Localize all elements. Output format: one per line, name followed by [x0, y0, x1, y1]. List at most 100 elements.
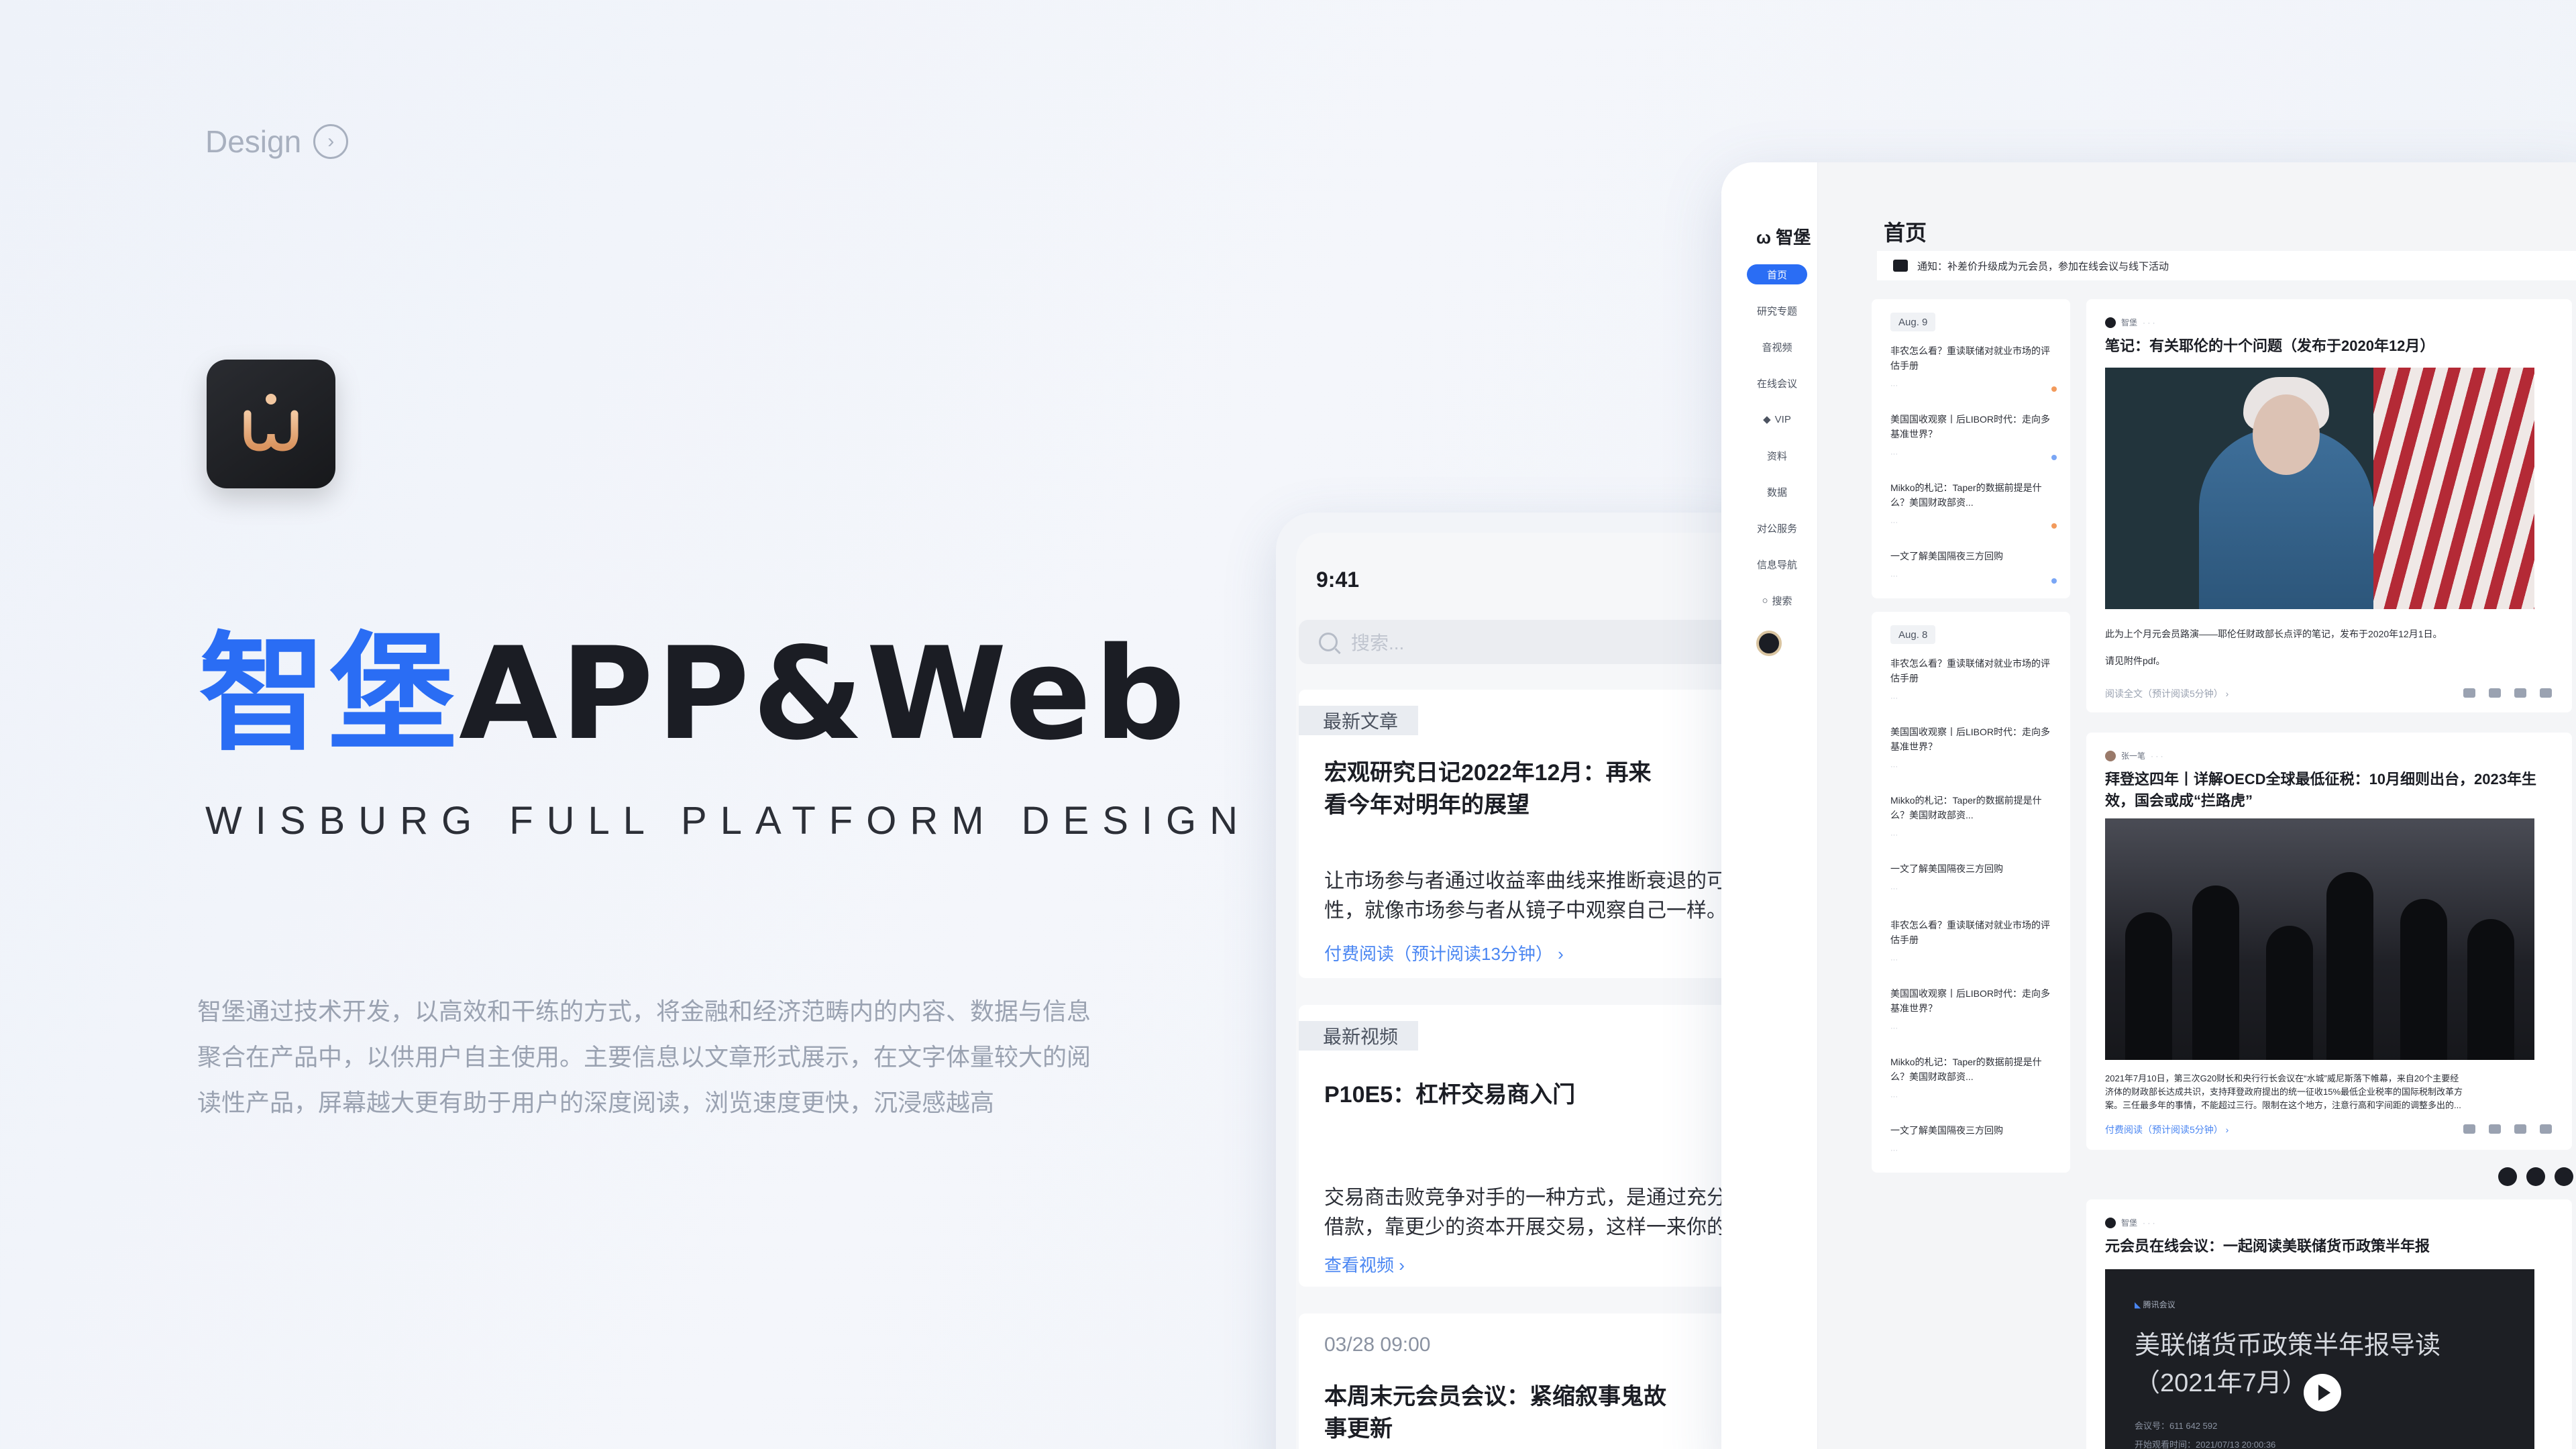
- list-item[interactable]: 非农怎么看？重读联储对就业市场的评估手册 ···: [1890, 343, 2058, 393]
- hero-title-en: APP&Web: [459, 620, 1188, 768]
- chevron-right-circle-icon: ›: [313, 124, 349, 159]
- wechat-icon[interactable]: [2463, 1124, 2475, 1134]
- article-card[interactable]: 最新文章 宏观研究日记2022年12月：再来看今年对明年的展望 让市场参与者通过…: [1299, 690, 1759, 978]
- page-title: 首页: [1884, 221, 1927, 245]
- article-title[interactable]: 笔记：有关耶伦的十个问题（发布于2020年12月）: [2105, 335, 2548, 357]
- notice-text: 通知：补差价升级成为元会员，参加在线会议与线下活动: [1917, 260, 2169, 272]
- web-mockup: ω 智堡 首页 研究专题 音视频 在线会议 ◆ VIP 资料 数据 对公服务 信息…: [1721, 162, 2576, 1449]
- link-icon[interactable]: [2540, 688, 2552, 698]
- nav-item-corporate[interactable]: 对公服务: [1747, 518, 1807, 538]
- video-player[interactable]: ◣ 腾讯会议 美联储货币政策半年报导读（2021年7月） 会议号：611 642…: [2105, 1269, 2534, 1449]
- notice-bar[interactable]: 通知：补差价升级成为元会员，参加在线会议与线下活动: [1877, 251, 2576, 280]
- read-more-link[interactable]: 付费阅读（预计阅读5分钟） ›: [2105, 1123, 2229, 1136]
- status-dot: [2051, 578, 2057, 584]
- hero-description: 智堡通过技术开发，以高效和干练的方式，将金融和经济范畴内的内容、数据与信息 聚合…: [197, 989, 1123, 1126]
- phone-search-input[interactable]: 搜索...: [1299, 620, 1755, 664]
- nav-item-research[interactable]: 研究专题: [1747, 301, 1807, 321]
- list-item[interactable]: 非农怎么看？重读联储对就业市场的评估手册 ···: [1890, 656, 2058, 706]
- card-text: 交易商击败竞争对手的一种方式，是通过充分 借款，靠更少的资本开展交易，这样一来你…: [1324, 1187, 1727, 1238]
- nav-item-home[interactable]: 首页: [1747, 264, 1807, 284]
- nav-item-search[interactable]: ○ 搜索: [1747, 590, 1807, 610]
- vip-icon: ◆: [1763, 414, 1771, 425]
- design-link-label: Design: [205, 124, 302, 159]
- article-text: 此为上个月元会员路演——耶伦任财政部长点评的笔记，发布于2020年12月1日。 …: [2105, 629, 2443, 666]
- article-card[interactable]: 智堡 · · · 笔记：有关耶伦的十个问题（发布于2020年12月） 此为上个月元…: [2086, 299, 2572, 712]
- design-link[interactable]: Design ›: [205, 123, 349, 160]
- video-card[interactable]: 最新视频 P10E5：杠杆交易商入门 交易商击败竞争对手的一种方式，是通过充分 …: [1299, 1005, 1759, 1287]
- article-image: [2105, 818, 2534, 1060]
- list-item[interactable]: Mikko的札记：Taper的数据前提是什么？美国财政部资... ···: [1890, 1055, 2058, 1104]
- weibo-icon[interactable]: [2526, 1167, 2545, 1186]
- mail-icon[interactable]: [2555, 1167, 2573, 1186]
- avatar: [2105, 1217, 2116, 1228]
- mail-icon[interactable]: [2514, 1124, 2526, 1134]
- article-card[interactable]: 张一笔 · · · 拜登这四年丨详解OECD全球最低征税：10月细则出台，2023…: [2086, 733, 2572, 1150]
- list-item[interactable]: 一文了解美国隔夜三方回购 ···: [1890, 861, 2058, 896]
- video-title: 美联储货币政策半年报导读（2021年7月）: [2135, 1332, 2441, 1397]
- list-item[interactable]: Mikko的札记：Taper的数据前提是什么？美国财政部资... ···: [1890, 793, 2058, 843]
- hero-description-line: 聚合在产品中，以供用户自主使用。主要信息以文章形式展示，在文字体量较大的阅: [197, 1043, 1091, 1071]
- hero-description-line: 智堡通过技术开发，以高效和干练的方式，将金融和经济范畴内的内容、数据与信息: [197, 998, 1091, 1025]
- status-dot: [2051, 523, 2057, 529]
- card-tag: 最新视频: [1299, 1021, 1419, 1051]
- phone-screen: 9:41 搜索... 最新文章 宏观研究日记2022年12月：再来看今年对明年的…: [1296, 533, 1759, 1449]
- card-date: 03/28 09:00: [1324, 1334, 1431, 1356]
- mail-icon[interactable]: [2514, 688, 2526, 698]
- meeting-card[interactable]: 03/28 09:00 本周末元会员会议：紧缩叙事鬼故事更新: [1299, 1313, 1759, 1449]
- weibo-icon[interactable]: [2489, 688, 2501, 698]
- search-icon: [1319, 633, 1338, 651]
- article-text: 2021年7月10日，第三次G20财长和央行行长会议在“水城”威尼斯落下帷幕，来…: [2105, 1073, 2463, 1110]
- wechat-icon[interactable]: [2498, 1167, 2517, 1186]
- wechat-icon[interactable]: [2463, 688, 2475, 698]
- video-meta: 会议号：611 642 592 开始观看时间：2021/07/13 20:00:…: [2135, 1421, 2276, 1449]
- list-item[interactable]: 一文了解美国隔夜三方回购 ···: [1890, 1123, 2058, 1158]
- notice-icon: [1893, 260, 1908, 272]
- list-item[interactable]: 非农怎么看？重读联储对就业市场的评估手册 ···: [1890, 918, 2058, 967]
- nav-item-meeting[interactable]: 在线会议: [1747, 373, 1807, 393]
- search-icon: ○: [1762, 594, 1768, 606]
- article-list-group: Aug. 9 非农怎么看？重读联储对就业市场的评估手册 ··· 美国国收观察丨后L…: [1872, 299, 2070, 598]
- nav-item-media[interactable]: 音视频: [1747, 337, 1807, 357]
- list-item[interactable]: 美国国收观察丨后LIBOR时代：走向多基准世界？ ···: [1890, 724, 2058, 774]
- read-more-link[interactable]: 阅读全文（预计阅读5分钟） ›: [2105, 687, 2229, 700]
- nav-item-data[interactable]: 数据: [1747, 482, 1807, 502]
- nav-item-vip[interactable]: ◆ VIP: [1747, 409, 1807, 429]
- article-title[interactable]: 元会员在线会议：一起阅读美联储货币政策半年报: [2105, 1236, 2548, 1257]
- article-title[interactable]: 拜登这四年丨详解OECD全球最低征税：10月细则出台，2023年生效，国会或成“…: [2105, 769, 2548, 812]
- meeting-card[interactable]: 智堡 · · · 元会员在线会议：一起阅读美联储货币政策半年报 ◣ 腾讯会议 美联…: [2086, 1199, 2572, 1449]
- card-link[interactable]: 付费阅读（预计阅读13分钟） ›: [1324, 941, 1564, 965]
- list-item[interactable]: 一文了解美国隔夜三方回购 ···: [1890, 549, 2058, 584]
- status-dot: [2051, 455, 2057, 460]
- search-placeholder: 搜索...: [1351, 633, 1405, 653]
- video-brand: ◣ 腾讯会议: [2135, 1300, 2176, 1309]
- web-logo: ω 智堡: [1756, 227, 1811, 248]
- list-date: Aug. 9: [1890, 313, 1936, 331]
- avatar: [2105, 750, 2116, 761]
- card-title: P10E5：杠杆交易商入门: [1324, 1082, 1576, 1108]
- hero-subtitle: WISBURG FULL PLATFORM DESIGN: [205, 799, 1251, 843]
- article-meta: 张一笔 · · ·: [2105, 750, 2163, 761]
- list-date: Aug. 8: [1890, 625, 1936, 644]
- list-item[interactable]: 美国国收观察丨后LIBOR时代：走向多基准世界？ ···: [1890, 412, 2058, 462]
- article-meta: 智堡 · · ·: [2105, 317, 2155, 328]
- weibo-icon[interactable]: [2489, 1124, 2501, 1134]
- list-item[interactable]: 美国国收观察丨后LIBOR时代：走向多基准世界？ ···: [1890, 986, 2058, 1036]
- article-meta: 智堡 · · ·: [2105, 1217, 2155, 1228]
- card-link[interactable]: 查看视频 ›: [1324, 1252, 1405, 1277]
- nav-item-resources[interactable]: 资料: [1747, 445, 1807, 466]
- play-icon[interactable]: [2304, 1374, 2341, 1411]
- web-main: 首页 通知：补差价升级成为元会员，参加在线会议与线下活动 Aug. 9 非农怎么…: [1818, 162, 2576, 1449]
- nav-item-navigation[interactable]: 信息导航: [1747, 554, 1807, 574]
- status-dot: [2051, 386, 2057, 392]
- web-sidebar: ω 智堡 首页 研究专题 音视频 在线会议 ◆ VIP 资料 数据 对公服务 信息…: [1721, 162, 1818, 1449]
- hero-description-line: 读性产品，屏幕越大更有助于用户的深度阅读，浏览速度更快，沉浸感越高: [197, 1089, 995, 1116]
- share-actions: [2463, 1124, 2552, 1134]
- article-image: [2105, 368, 2534, 609]
- avatar[interactable]: [1756, 631, 1782, 656]
- hero-title-cn: 智堡: [199, 620, 460, 768]
- list-item[interactable]: Mikko的札记：Taper的数据前提是什么？美国财政部资... ···: [1890, 480, 2058, 530]
- wisburg-w-icon: [244, 394, 299, 451]
- article-list-group: Aug. 8 非农怎么看？重读联储对就业市场的评估手册 ··· 美国国收观察丨后L…: [1872, 612, 2070, 1173]
- phone-time: 9:41: [1316, 568, 1360, 592]
- link-icon[interactable]: [2540, 1124, 2552, 1134]
